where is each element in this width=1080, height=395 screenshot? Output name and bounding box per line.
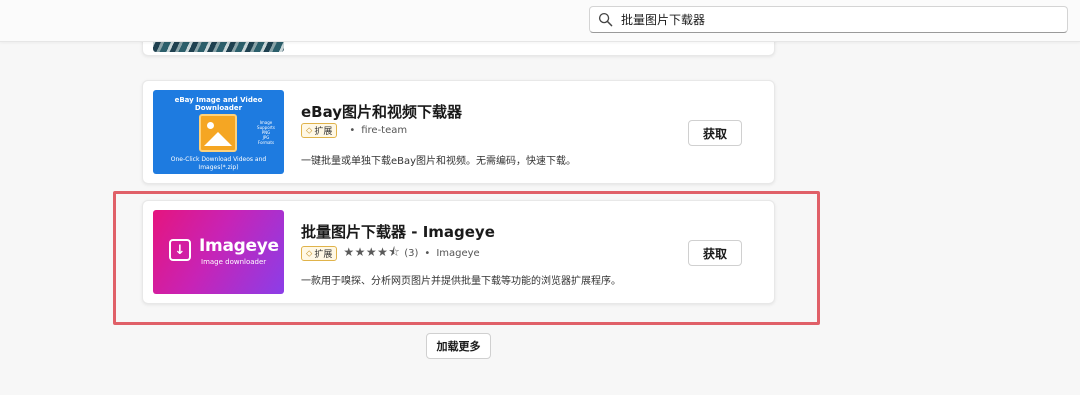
format-line: Formats xyxy=(257,140,275,145)
result-card-imageeye[interactable]: ↓ Imageye Image downloader 批量图片下载器 - Ima… xyxy=(142,200,775,304)
badge-label: 扩展 xyxy=(314,127,333,137)
get-button[interactable]: 获取 xyxy=(688,120,742,146)
rating-count: (3) xyxy=(404,248,419,259)
puzzle-icon: ⬦ xyxy=(306,248,313,259)
search-input[interactable] xyxy=(621,12,1041,27)
publisher-name: Imageye xyxy=(436,248,480,259)
badge-label: 扩展 xyxy=(314,250,333,260)
thumbnail-caption: One-Click Download Videos and Images(*.z… xyxy=(170,156,267,171)
result-description: 一款用于嗅探、分析网页图片并提供批量下载等功能的浏览器扩展程序。 xyxy=(301,276,621,287)
imageeye-thumbnail: ↓ Imageye Image downloader xyxy=(153,210,284,294)
separator-dot: • xyxy=(424,248,431,259)
puzzle-icon: ⬦ xyxy=(306,125,313,136)
result-title[interactable]: eBay图片和视频下载器 xyxy=(301,101,462,122)
image-icon xyxy=(199,114,237,152)
thumbnail-logo: Imageye xyxy=(199,236,279,256)
search-icon xyxy=(598,12,613,27)
result-meta: ⬦ 扩展 ★★★★⯪ (3) • Imageye xyxy=(301,243,480,264)
title-separator: - xyxy=(406,223,423,241)
search-box[interactable] xyxy=(589,6,1068,33)
result-description: 一键批量或单独下载eBay图片和视频。无需编码，快速下载。 xyxy=(301,156,577,167)
get-button[interactable]: 获取 xyxy=(688,240,742,266)
title-text: eBay图片和视频下载器 xyxy=(301,103,463,121)
title-developer: Imageye xyxy=(422,223,495,241)
load-more-button[interactable]: 加载更多 xyxy=(426,333,491,359)
star-rating: ★★★★⯪ xyxy=(343,245,401,259)
result-card-ebay[interactable]: eBay Image and Video Downloader Image Su… xyxy=(142,80,775,184)
result-meta: ⬦ 扩展 • fire-team xyxy=(301,123,407,138)
result-title[interactable]: 批量图片下载器 - Imageye xyxy=(301,221,495,242)
publisher-name: fire-team xyxy=(361,125,408,136)
thumbnail-formats: Image Supports PNG JPG Formats xyxy=(251,120,281,145)
ebay-thumbnail: eBay Image and Video Downloader Image Su… xyxy=(153,90,284,174)
top-bar xyxy=(0,0,1080,42)
download-arrow-icon: ↓ xyxy=(169,239,191,261)
title-text: 批量图片下载器 xyxy=(301,223,407,241)
extension-badge: ⬦ 扩展 xyxy=(301,246,338,261)
thumbnail-headline: eBay Image and Video Downloader xyxy=(174,96,263,112)
separator-dot: • xyxy=(349,125,356,136)
thumbnail-tagline: Image downloader xyxy=(201,258,267,266)
extension-badge: ⬦ 扩展 xyxy=(301,123,338,138)
